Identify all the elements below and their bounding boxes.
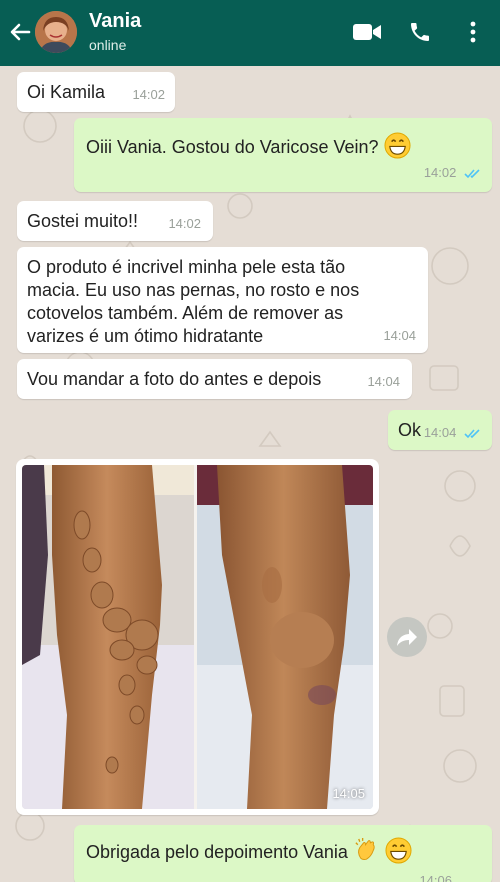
message-time: 14:02 bbox=[423, 165, 457, 180]
message-outgoing[interactable]: Oiii Vania. Gostou do Varicose Vein? 14:… bbox=[74, 118, 492, 192]
chat-header: Vania online bbox=[0, 0, 500, 66]
phone-icon[interactable] bbox=[408, 20, 432, 44]
message-time: 14:04 bbox=[367, 374, 400, 389]
message-incoming[interactable]: Vou mandar a foto do antes e depois 14:0… bbox=[17, 359, 412, 399]
message-incoming[interactable]: Gostei muito!! 14:02 bbox=[17, 201, 213, 241]
forward-button[interactable] bbox=[387, 617, 427, 657]
clapping-hands-emoji-icon bbox=[355, 837, 375, 860]
message-text: Obrigada pelo depoimento Vania bbox=[86, 842, 348, 862]
video-call-icon[interactable] bbox=[352, 20, 382, 44]
message-image[interactable]: 14:05 bbox=[16, 459, 379, 815]
message-text: O produto é incrivel minha pele esta tão… bbox=[27, 257, 360, 346]
message-text: Gostei muito!! bbox=[27, 211, 139, 231]
message-time: 14:04 bbox=[423, 425, 457, 440]
message-outgoing[interactable]: Ok 14:04 bbox=[388, 410, 492, 450]
message-time: 14:02 bbox=[168, 216, 201, 231]
avatar[interactable] bbox=[35, 11, 77, 53]
more-vert-icon[interactable] bbox=[468, 20, 478, 44]
message-incoming[interactable]: O produto é incrivel minha pele esta tão… bbox=[17, 247, 428, 353]
legs-photo-image bbox=[22, 465, 373, 809]
forward-icon bbox=[397, 629, 417, 646]
grinning-emoji-icon bbox=[385, 837, 412, 864]
double-check-icon bbox=[464, 169, 480, 179]
contact-status: online bbox=[89, 37, 127, 53]
message-text: Vou mandar a foto do antes e depois bbox=[27, 369, 322, 389]
grinning-emoji-icon bbox=[383, 132, 411, 159]
double-check-icon bbox=[464, 429, 480, 439]
message-time: 14:06 bbox=[419, 873, 452, 882]
message-incoming[interactable]: Oi Kamila 14:02 bbox=[17, 72, 175, 112]
message-time: 14:04 bbox=[383, 328, 416, 343]
message-text: Ok bbox=[398, 420, 422, 440]
before-after-photo[interactable]: 14:05 bbox=[22, 465, 373, 809]
image-time: 14:05 bbox=[332, 786, 365, 801]
back-arrow-icon[interactable] bbox=[8, 18, 32, 46]
message-text: Oi Kamila bbox=[27, 82, 106, 102]
message-text: Oiii Vania. Gostou do Varicose Vein? bbox=[86, 137, 379, 157]
message-outgoing[interactable]: Obrigada pelo depoimento Vania 14:06 bbox=[74, 825, 492, 882]
contact-name[interactable]: Vania bbox=[89, 10, 141, 33]
message-time: 14:02 bbox=[132, 87, 165, 102]
